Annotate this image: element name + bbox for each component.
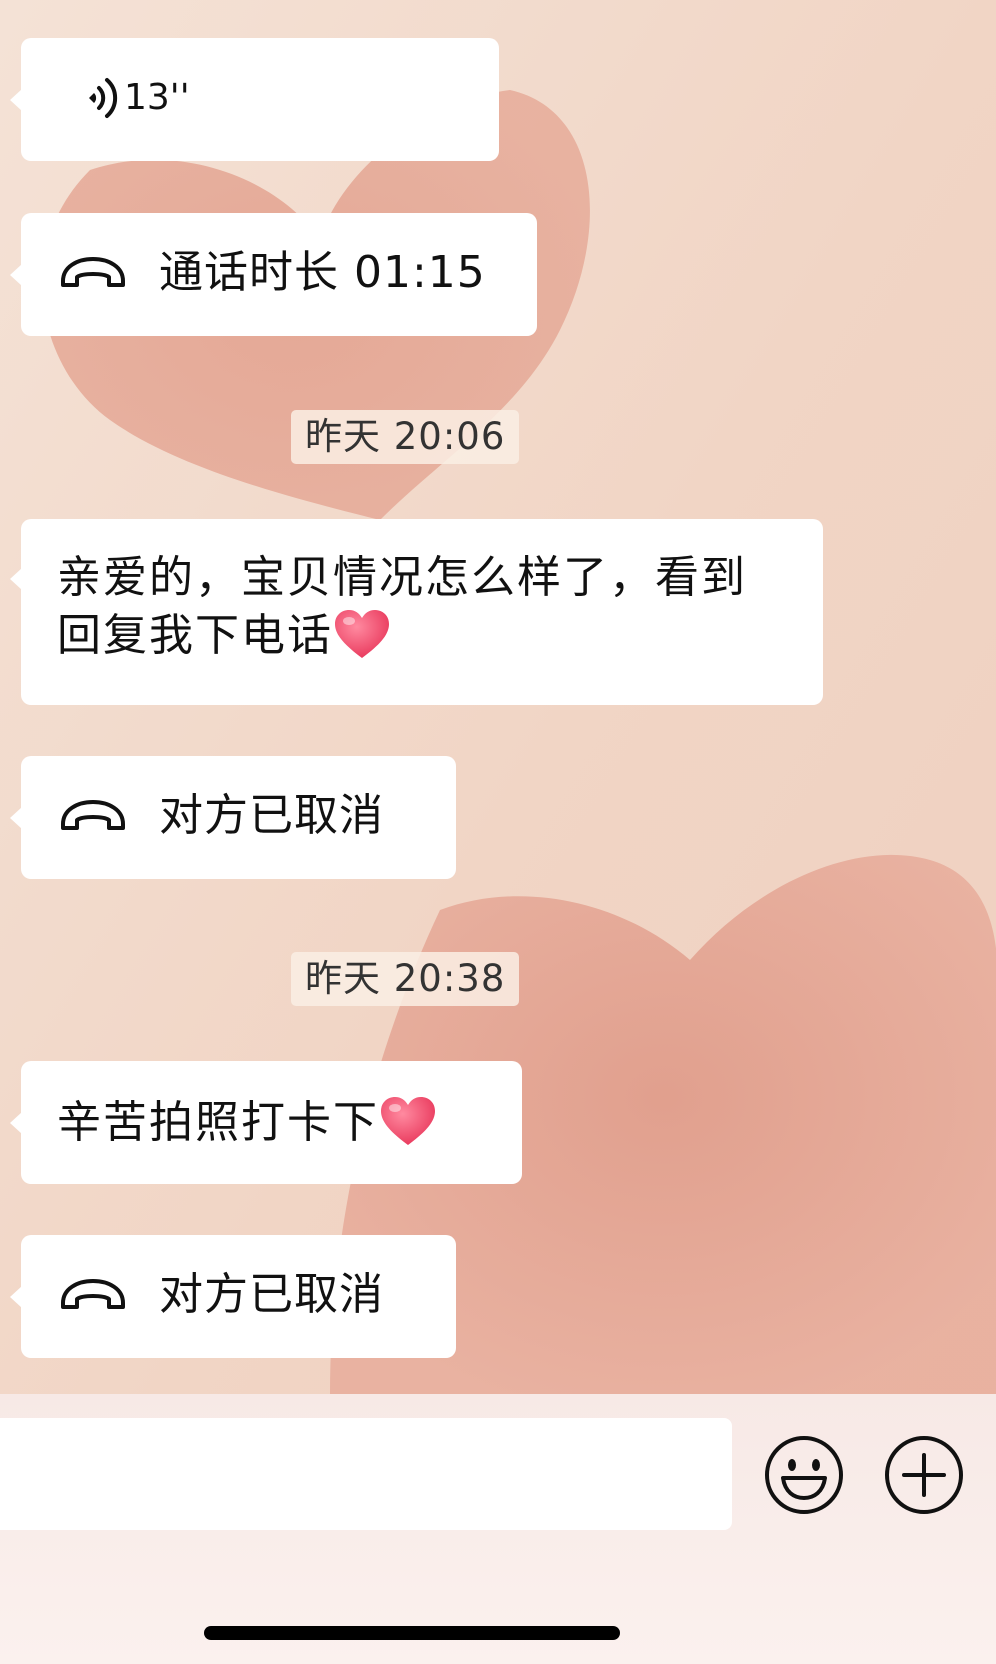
smiley-icon	[765, 1436, 843, 1514]
message-timestamp: 昨天 20:38	[291, 952, 520, 1006]
phone-handset-icon	[61, 800, 125, 830]
voice-wave-icon	[89, 78, 118, 118]
message-text: 辛苦拍照打卡下	[57, 1094, 777, 1152]
call-status-text: 对方已取消	[159, 790, 384, 841]
plus-circle-icon	[885, 1436, 963, 1514]
message-input[interactable]	[0, 1418, 732, 1530]
text-message-bubble[interactable]: 亲爱的，宝贝情况怎么样了，看到回复我下电话	[10, 519, 823, 705]
message-timestamp: 昨天 20:06	[291, 410, 520, 464]
chat-message-list[interactable]: 13'' 通话时长 01:15 昨天 20:06 亲爱的，宝贝情况怎么样了，看到…	[0, 0, 996, 1394]
more-button[interactable]	[883, 1434, 965, 1516]
call-record-bubble[interactable]: 对方已取消	[10, 756, 456, 879]
phone-handset-icon	[61, 257, 125, 287]
call-duration-text: 通话时长 01:15	[159, 247, 486, 298]
message-text-content: 辛苦拍照打卡下	[57, 1097, 379, 1148]
phone-handset-icon	[61, 1279, 125, 1309]
message-text: 亲爱的，宝贝情况怎么样了，看到回复我下电话	[57, 549, 777, 665]
heart-emoji-icon	[335, 610, 389, 658]
call-record-bubble[interactable]: 对方已取消	[10, 1235, 456, 1358]
input-bar	[0, 1394, 996, 1664]
message-text-content: 亲爱的，宝贝情况怎么样了，看到回复我下电话	[57, 552, 747, 661]
heart-emoji-icon	[381, 1097, 435, 1145]
voice-duration: 13''	[124, 77, 190, 118]
call-status-text: 对方已取消	[159, 1269, 384, 1320]
text-message-bubble[interactable]: 辛苦拍照打卡下	[10, 1061, 522, 1184]
voice-message-bubble[interactable]: 13''	[10, 38, 499, 161]
emoji-button[interactable]	[763, 1434, 845, 1516]
home-indicator	[204, 1626, 620, 1640]
call-record-bubble[interactable]: 通话时长 01:15	[10, 213, 537, 336]
